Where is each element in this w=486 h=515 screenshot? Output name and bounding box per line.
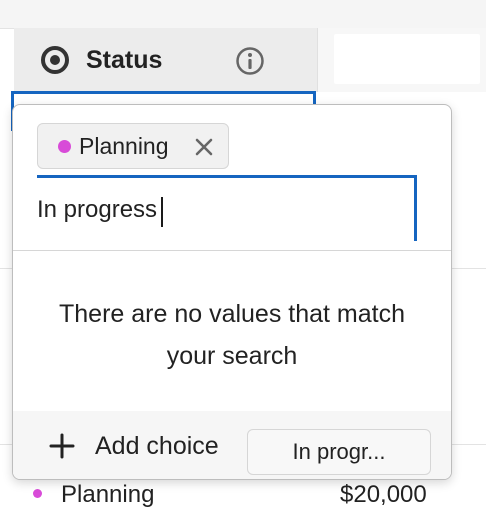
planning-status-dot — [33, 489, 42, 498]
info-circle-icon[interactable] — [235, 46, 265, 76]
popover-divider — [13, 250, 451, 251]
selected-value-tag: Planning — [37, 123, 229, 169]
circle-target-icon — [41, 46, 69, 74]
status-column-title: Status — [86, 46, 163, 74]
add-choice-label: Add choice — [95, 432, 219, 460]
add-choice-button[interactable]: Add choice — [49, 429, 233, 465]
text-caret — [161, 197, 163, 227]
planning-color-dot — [58, 140, 71, 153]
row-status-value: Planning — [61, 481, 155, 508]
empty-results-message: There are no values that match your sear… — [58, 300, 406, 370]
next-column-header-field — [334, 34, 480, 84]
plus-icon — [49, 433, 75, 459]
row-amount-value: $20,000 — [340, 481, 427, 508]
new-choice-preview-button[interactable]: In progr... — [247, 429, 431, 475]
popover-footer: Add choice In progr... — [13, 411, 451, 479]
search-input[interactable] — [37, 189, 397, 231]
close-icon[interactable] — [193, 136, 215, 158]
status-select-popover: Planning There are no values that match … — [12, 104, 452, 480]
table-toolbar — [0, 0, 486, 29]
selected-tag-label: Planning — [79, 133, 169, 159]
